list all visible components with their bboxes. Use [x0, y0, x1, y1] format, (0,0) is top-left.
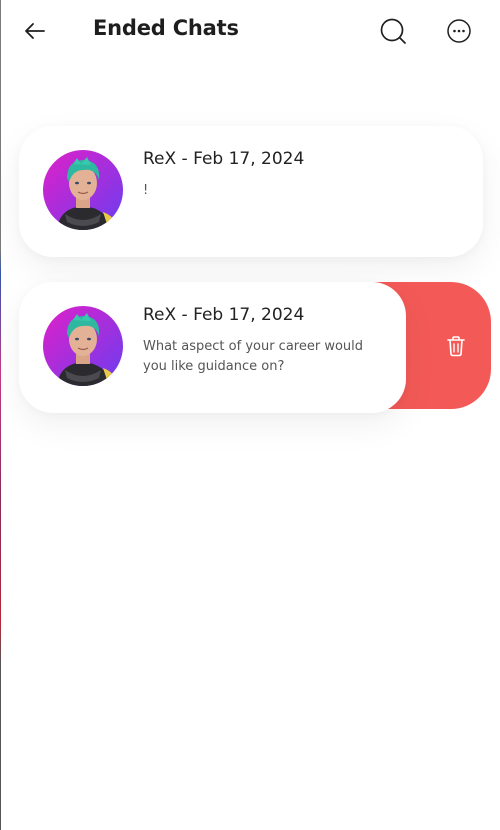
chat-title: ReX - Feb 17, 2024 — [143, 305, 305, 325]
chat-list-item[interactable]: ReX - Feb 17, 2024 What aspect of your c… — [19, 282, 406, 413]
chat-list: ReX - Feb 17, 2024 ! ReX - Feb 17, 2024 … — [0, 0, 500, 830]
trash-icon — [447, 336, 465, 357]
rex-avatar-icon — [43, 306, 123, 386]
chat-preview: ! — [143, 183, 149, 198]
chat-title: ReX - Feb 17, 2024 — [143, 149, 305, 169]
avatar — [43, 150, 123, 230]
chat-list-item[interactable]: ReX - Feb 17, 2024 ! — [19, 126, 483, 257]
chat-preview: What aspect of your career would you lik… — [143, 339, 364, 374]
swipeable-chat-item: ReX - Feb 17, 2024 What aspect of your c… — [19, 282, 491, 413]
avatar — [43, 306, 123, 386]
rex-avatar-icon — [43, 150, 123, 230]
